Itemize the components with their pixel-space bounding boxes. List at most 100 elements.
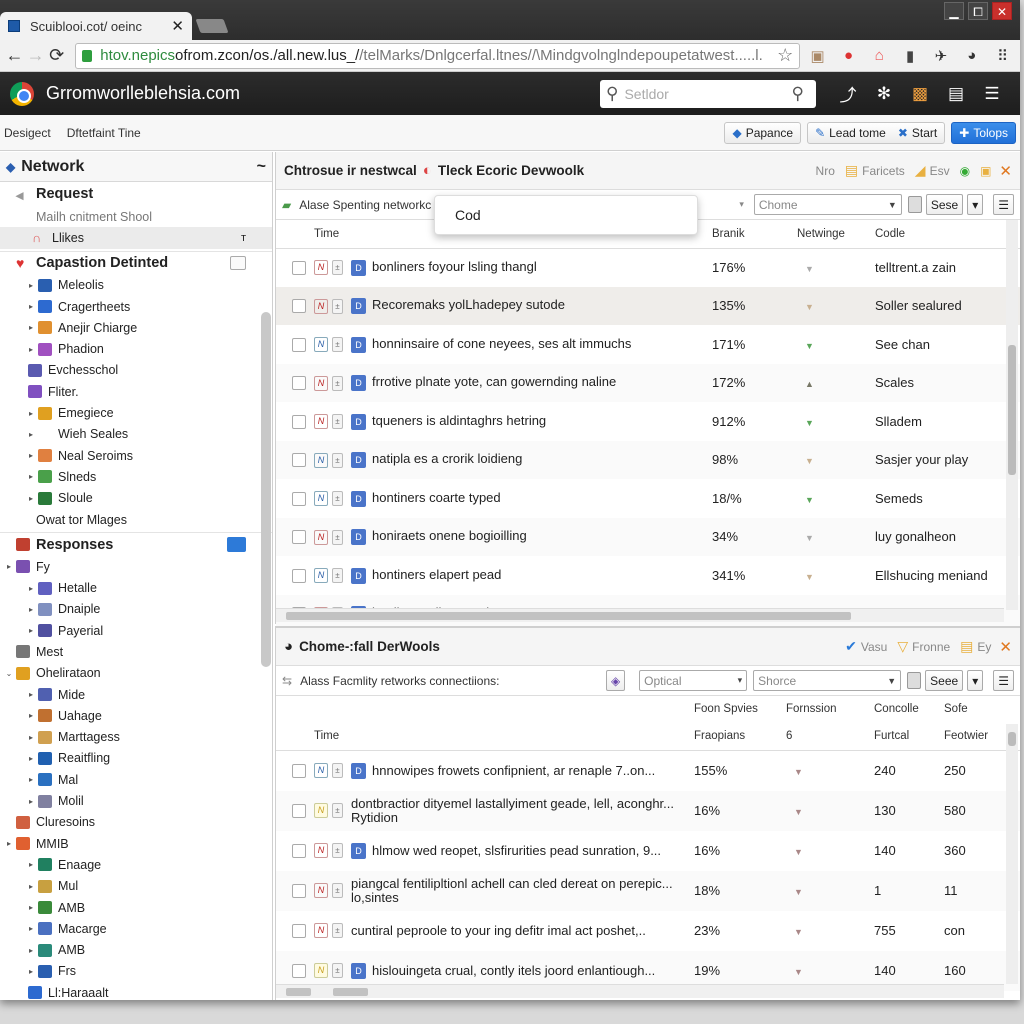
sidebar-item[interactable]: Fliter. [0, 381, 272, 402]
extension-bar-icon[interactable]: ▮ [897, 47, 924, 65]
sidebar-item[interactable]: ▸ MMIB [0, 833, 272, 854]
location-pin-button[interactable]: ◈ [605, 670, 626, 691]
table-row[interactable]: N ± Dnatipla es a crorik loidieng 98% ▼ Sasje… [276, 440, 1020, 479]
chevron-right-icon[interactable]: ▸ [26, 472, 36, 481]
sidebar-item[interactable]: ▸ Phadion [0, 338, 272, 359]
column-header-sofe[interactable]: Sofe [938, 696, 1020, 722]
chevron-right-icon[interactable]: ▸ [26, 690, 36, 699]
chevron-down-icon[interactable]: ⌄ [4, 669, 14, 678]
sidebar-item[interactable]: ▸ Cragertheets [0, 296, 272, 317]
chevron-right-icon[interactable]: ▸ [26, 281, 36, 290]
autocomplete-popup[interactable]: Cod [434, 195, 698, 235]
chevron-right-icon[interactable]: ▸ [26, 882, 36, 891]
new-tab-button[interactable] [195, 19, 229, 33]
sidebar-item[interactable]: ▸ Sloule [0, 488, 272, 509]
scrollbar-thumb[interactable] [1008, 732, 1016, 746]
chevron-right-icon[interactable]: ▸ [26, 409, 36, 418]
clear-icon[interactable] [907, 196, 922, 213]
chevron-right-icon[interactable]: ▸ [26, 775, 36, 784]
chevron-right-icon[interactable]: ▸ [26, 860, 36, 869]
browser-tab[interactable]: Scuiblooi.cot/ oeinc ✕ [0, 12, 192, 40]
table-row[interactable]: N ± Dhnnowipes frowets confipnient, ar ren… [276, 750, 1020, 791]
bookmark-star-icon[interactable]: ☆ [777, 45, 793, 66]
sidebar-item[interactable]: ▸ Meleolis [0, 275, 272, 296]
pin-icon[interactable]: ⤴ [830, 81, 866, 106]
row-checkbox[interactable] [292, 376, 306, 391]
sidebar-item[interactable]: Evchesschol [0, 360, 272, 381]
sidebar-item[interactable]: ▸ Uahage [0, 705, 272, 726]
section-options-button[interactable] [230, 256, 246, 271]
chevron-right-icon[interactable]: ▸ [26, 711, 36, 720]
sidebar-item[interactable]: ▸ Molil [0, 790, 272, 811]
sidebar-item[interactable]: ▸ Wieh Seales [0, 424, 272, 445]
scrollbar-thumb[interactable] [333, 988, 368, 996]
chevron-right-icon[interactable]: ▸ [26, 345, 36, 354]
sidebar-item[interactable]: ▸ Slneds [0, 466, 272, 487]
sidebar-item[interactable]: ▸ AMB [0, 940, 272, 961]
extension-photo-icon[interactable]: ▣ [804, 47, 831, 65]
chevron-right-icon[interactable]: ▸ [26, 797, 36, 806]
table-row[interactable]: N ± Dhontiners coarte typed 18/% ▼ Semeds [276, 479, 1020, 518]
chevron-right-icon[interactable]: ▸ [26, 946, 36, 955]
tolops-button[interactable]: ✚ Tolops [951, 121, 1016, 144]
row-checkbox[interactable] [292, 763, 306, 778]
ey-button[interactable]: ▤ Ey [960, 638, 991, 655]
fronne-button[interactable]: ▽ Fronne [897, 638, 950, 655]
popup-option[interactable]: Cod [455, 207, 481, 223]
see-dropdown-button[interactable]: ▾ [967, 194, 984, 215]
chevron-right-icon[interactable]: ▸ [26, 754, 36, 763]
sidebar-item[interactable]: ▸ Dnaiple [0, 599, 272, 620]
bookmark-link[interactable]: Dftetfaint Tine [67, 126, 141, 140]
sidebar-item[interactable]: ∩ Llikes т [0, 227, 272, 249]
sidebar-item[interactable]: ♥ Capastion Detinted [0, 250, 272, 275]
close-panel-icon[interactable]: ✕ [999, 162, 1012, 180]
image-icon[interactable]: ▩ [902, 84, 938, 104]
horizontal-scrollbar[interactable] [276, 984, 1004, 998]
scrollbar-thumb[interactable] [286, 988, 311, 996]
chevron-right-icon[interactable]: ▸ [26, 430, 36, 439]
sidebar-item[interactable]: Mailh cnitment Shool [0, 206, 272, 227]
minimize-button[interactable]: ▁ [944, 2, 964, 20]
vasu-button[interactable]: ✔ Vasu [845, 638, 887, 655]
sidebar-item[interactable]: ▸ Enaage [0, 854, 272, 875]
table-row[interactable]: N ± piangcal fentilipltionl achell can cle… [276, 870, 1020, 911]
sidebar-item[interactable]: ▸ Reaitfling [0, 748, 272, 769]
chevron-right-icon[interactable]: ▸ [26, 494, 36, 503]
menu-icon[interactable]: ☰ [974, 84, 1010, 104]
sidebar-item[interactable]: ▸ Payerial [0, 620, 272, 641]
sidebar-item[interactable]: ▸ Emegiece [0, 402, 272, 423]
dropdown-caret-icon[interactable]: ▾ [739, 199, 744, 210]
sidebar-item[interactable]: Cluresoins [0, 812, 272, 833]
table-row[interactable]: N ± Dhlmow wed reopet, slsfirurities pead … [276, 831, 1020, 871]
column-header-foon-spvies[interactable]: Foon Spvies [688, 696, 780, 722]
extension-pin-icon[interactable]: ✈ [928, 47, 955, 65]
chevron-right-icon[interactable]: ▸ [26, 302, 36, 311]
row-checkbox[interactable] [292, 568, 306, 583]
chevron-right-icon[interactable]: ▸ [26, 323, 36, 332]
row-checkbox[interactable] [292, 923, 306, 938]
faricets-button[interactable]: ▤ Faricets [845, 162, 905, 179]
sidebar-item[interactable]: ▸ AMB [0, 897, 272, 918]
sidebar-scrollbar[interactable] [261, 312, 271, 667]
status-circle-icon[interactable]: ◉ [960, 164, 970, 178]
maximize-button[interactable]: ⧠ [968, 2, 988, 20]
row-checkbox[interactable] [292, 530, 306, 545]
source-select[interactable]: Shorce ▼ [753, 670, 902, 691]
sidebar-item[interactable]: ▸ Frs [0, 961, 272, 982]
sidebar-item[interactable]: ◂ Request [0, 182, 272, 206]
apps-grid-icon[interactable]: ⠿ [989, 47, 1016, 65]
collapse-sidebar-button[interactable]: ~ [257, 158, 266, 176]
chevron-right-icon[interactable]: ▸ [26, 903, 36, 912]
site-search-input[interactable]: ⚲ Setldor ⚲ [600, 79, 816, 108]
chevron-right-icon[interactable]: ▸ [26, 733, 36, 742]
chevron-right-icon[interactable]: ▸ [26, 924, 36, 933]
reload-button[interactable]: ⟳ [46, 45, 67, 66]
sidebar-item[interactable]: ▸ Hetalle [0, 577, 272, 598]
row-checkbox[interactable] [292, 260, 306, 275]
column-header-concolle[interactable]: Concolle [868, 696, 938, 722]
table-row[interactable]: N ± Dbonliners foyour lsling thangl 176% ▼ te… [276, 248, 1020, 287]
pin-icon[interactable]: т [241, 232, 246, 244]
sidebar-item[interactable]: Responses [0, 532, 272, 556]
row-checkbox[interactable] [292, 843, 306, 858]
chevron-right-icon[interactable]: ▸ [26, 967, 36, 976]
